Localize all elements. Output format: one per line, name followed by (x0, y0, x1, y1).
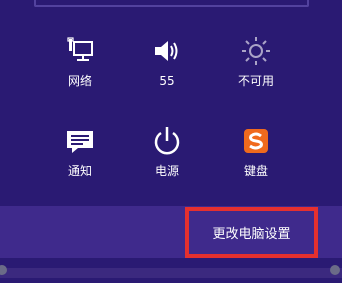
network-icon (67, 37, 93, 61)
notifications-label: 通知 (67, 164, 92, 178)
power-icon (154, 127, 180, 155)
keyboard-ime-icon (244, 129, 268, 153)
power-tile[interactable]: 电源 (131, 125, 203, 205)
notifications-icon (67, 131, 93, 153)
brightness-tile[interactable]: 不可用 (220, 35, 292, 115)
brightness-label: 不可用 (237, 74, 274, 88)
volume-tile[interactable]: 55 (131, 35, 203, 115)
volume-icon (155, 41, 178, 61)
brightness-icon (242, 37, 270, 65)
top-divider (34, 0, 309, 7)
keyboard-label: 键盘 (243, 164, 268, 178)
network-tile[interactable]: 网络 (44, 35, 116, 115)
network-label: 网络 (67, 74, 92, 88)
edge-indicator-right (330, 265, 340, 275)
notifications-tile[interactable]: 通知 (44, 125, 116, 205)
taskbar-edge (0, 258, 342, 283)
settings-charm-panel: 网络 55 不可用 通知 电源 键盘 更改电脑设置 (0, 0, 342, 283)
change-pc-settings-link[interactable]: 更改电脑设置 (185, 207, 318, 258)
bottom-strip (0, 268, 342, 278)
volume-level-label: 55 (159, 74, 175, 88)
power-label: 电源 (154, 164, 179, 178)
keyboard-tile[interactable]: 键盘 (220, 125, 292, 205)
